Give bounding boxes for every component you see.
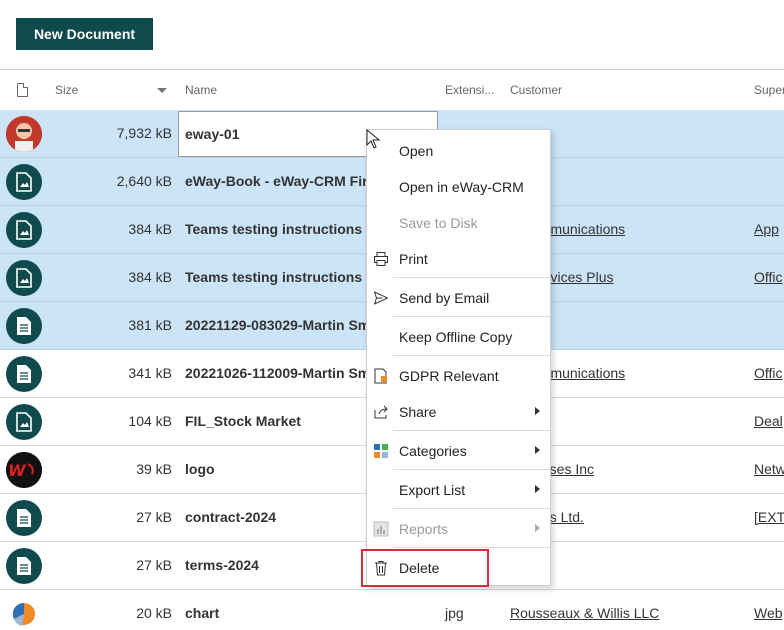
name-cell: 20221026-112009-Martin Smith (185, 365, 370, 381)
name-cell: FIL_Stock Market (185, 413, 301, 429)
supervisor-link[interactable]: Web (754, 605, 783, 621)
menu-item-open[interactable]: Open (367, 132, 550, 168)
document-icon[interactable] (17, 83, 28, 97)
menu-separator (393, 469, 550, 470)
size-cell: 27 kB (136, 509, 172, 525)
column-extension[interactable]: Extensi... (445, 83, 494, 97)
logo-image: W (6, 452, 42, 488)
user-photo-avatar (6, 116, 42, 152)
submenu-arrow-icon (535, 485, 540, 493)
name-cell: Teams testing instructions (185, 221, 363, 237)
menu-item-save-to-disk[interactable]: Save to Disk (367, 204, 550, 240)
menu-item-keep-offline[interactable]: Keep Offline Copy (367, 318, 550, 354)
menu-item-label: Send by Email (399, 290, 490, 306)
menu-separator (393, 316, 550, 317)
menu-item-label: Export List (399, 482, 466, 498)
menu-item-label: Categories (399, 443, 467, 459)
extension-cell: jpg (445, 605, 464, 621)
name-cell: 20221129-083029-Martin Smith (185, 317, 370, 333)
size-cell: 39 kB (136, 461, 172, 477)
menu-separator (393, 508, 550, 509)
name-cell: logo (185, 461, 215, 477)
supervisor-link[interactable]: Deal (754, 413, 783, 429)
column-size[interactable]: Size (55, 83, 78, 97)
name-cell: eWay-Book - eWay-CRM First Steps (185, 173, 370, 189)
size-cell: 2,640 kB (116, 173, 172, 189)
size-cell: 20 kB (136, 605, 172, 621)
name-cell: chart (185, 605, 220, 621)
column-supervisor[interactable]: Super (754, 83, 784, 97)
menu-item-print[interactable]: Print (367, 240, 550, 276)
document-image-icon (6, 164, 42, 200)
name-cell: Teams testing instructions (185, 269, 363, 285)
menu-item-send-by-email[interactable]: Send by Email (367, 279, 550, 315)
size-cell: 27 kB (136, 557, 172, 573)
printer-icon (374, 252, 388, 266)
menu-item-label: Save to Disk (399, 215, 478, 231)
size-cell: 341 kB (128, 365, 172, 381)
svg-text:W: W (8, 461, 27, 480)
submenu-arrow-icon (535, 524, 540, 532)
menu-separator (393, 547, 550, 548)
supervisor-link[interactable]: Netw (754, 461, 784, 477)
submenu-arrow-icon (535, 446, 540, 454)
reports-icon (373, 521, 389, 537)
menu-item-reports[interactable]: Reports (367, 510, 550, 546)
menu-item-open-in-eway[interactable]: Open in eWay-CRM (367, 168, 550, 204)
column-name[interactable]: Name (185, 83, 217, 97)
menu-separator (393, 355, 550, 356)
name-cell: eway-01 (185, 126, 240, 142)
menu-item-share[interactable]: Share (367, 393, 550, 429)
menu-item-export-list[interactable]: Export List (367, 471, 550, 507)
context-menu: Open Open in eWay-CRM Save to Disk Print… (366, 129, 551, 586)
size-cell: 381 kB (128, 317, 172, 333)
document-image-icon (6, 212, 42, 248)
gdpr-icon (374, 368, 387, 384)
menu-item-gdpr-relevant[interactable]: GDPR Relevant (367, 357, 550, 393)
menu-item-label: Open (399, 143, 434, 159)
grid-header: Size Name Extensi... Customer Super (0, 70, 784, 110)
menu-item-label: Keep Offline Copy (399, 329, 513, 345)
document-icon (6, 548, 42, 584)
menu-item-label: Print (399, 251, 428, 267)
toolbar: New Document (0, 0, 784, 70)
supervisor-link[interactable]: Offic (754, 269, 783, 285)
size-cell: 384 kB (128, 269, 172, 285)
supervisor-link[interactable]: Offic (754, 365, 783, 381)
menu-item-label: Share (399, 404, 437, 420)
submenu-arrow-icon (535, 407, 540, 415)
sort-descending-icon[interactable] (157, 88, 167, 93)
name-cell: contract-2024 (185, 509, 277, 525)
menu-item-label: Open in eWay-CRM (399, 179, 524, 195)
size-cell: 384 kB (128, 221, 172, 237)
column-customer[interactable]: Customer (510, 83, 562, 97)
supervisor-link[interactable]: App (754, 221, 779, 237)
mouse-cursor-icon (366, 129, 380, 149)
menu-item-label: Reports (399, 521, 449, 537)
new-document-button[interactable]: New Document (16, 18, 153, 50)
menu-item-label: GDPR Relevant (399, 368, 499, 384)
document-icon (6, 500, 42, 536)
delete-highlight-box (361, 549, 489, 587)
share-icon (374, 405, 388, 419)
send-icon (374, 291, 388, 305)
document-icon (6, 308, 42, 344)
size-cell: 7,932 kB (116, 125, 172, 141)
size-cell: 104 kB (128, 413, 172, 429)
document-icon (6, 356, 42, 392)
categories-icon (374, 444, 388, 458)
customer-link[interactable]: Rousseaux & Willis LLC (510, 605, 659, 621)
menu-item-categories[interactable]: Categories (367, 432, 550, 468)
name-cell: terms-2024 (185, 557, 259, 573)
document-image-icon (6, 404, 42, 440)
document-image-icon (6, 260, 42, 296)
pie-chart-icon (6, 596, 42, 630)
menu-separator (393, 430, 550, 431)
supervisor-link[interactable]: [EXTE (754, 509, 784, 525)
table-row[interactable]: 20 kB chart jpg Rousseaux & Willis LLC W… (0, 590, 784, 630)
menu-separator (393, 277, 550, 278)
